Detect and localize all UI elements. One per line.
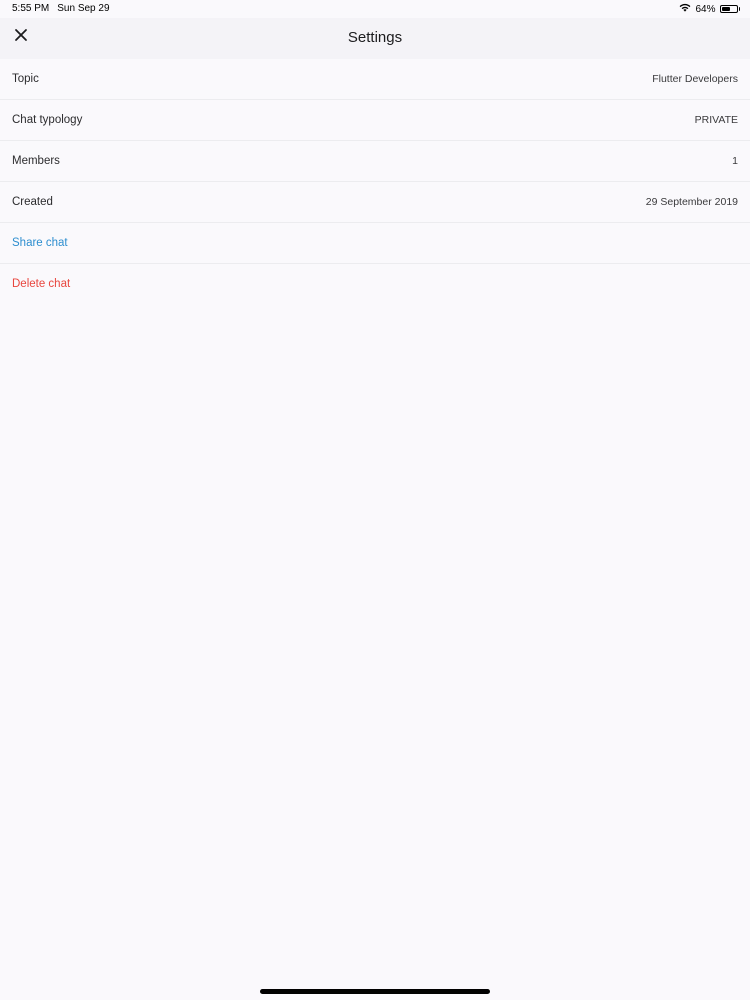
share-chat-button[interactable]: Share chat — [0, 223, 750, 264]
status-left: 5:55 PM Sun Sep 29 — [12, 3, 110, 14]
status-date: Sun Sep 29 — [57, 3, 110, 14]
detail-label: Chat typology — [12, 114, 83, 126]
status-right: 64% — [679, 3, 740, 15]
detail-label: Topic — [12, 73, 39, 85]
detail-value: PRIVATE — [694, 114, 738, 126]
delete-chat-button[interactable]: Delete chat — [0, 264, 750, 304]
nav-bar: Settings — [0, 18, 750, 59]
battery-icon — [719, 5, 738, 13]
detail-value: 1 — [732, 155, 738, 167]
detail-row-topic: Topic Flutter Developers — [0, 59, 750, 100]
detail-value: 29 September 2019 — [645, 196, 738, 208]
battery-fill — [721, 7, 731, 11]
detail-label: Members — [12, 155, 60, 167]
detail-row-chat-typology: Chat typology PRIVATE — [0, 100, 750, 141]
detail-row-created: Created 29 September 2019 — [0, 182, 750, 223]
share-chat-label[interactable]: Share chat — [12, 237, 68, 249]
battery-percent: 64% — [695, 3, 716, 15]
settings-list: Topic Flutter Developers Chat typology P… — [0, 59, 750, 304]
status-time: 5:55 PM — [12, 3, 50, 14]
page-title: Settings — [347, 29, 403, 46]
wifi-icon — [679, 3, 691, 15]
home-indicator[interactable] — [260, 989, 490, 994]
detail-row-members: Members 1 — [0, 141, 750, 182]
delete-chat-label[interactable]: Delete chat — [12, 278, 70, 290]
battery-cap — [738, 7, 740, 11]
status-bar: 5:55 PM Sun Sep 29 64% — [0, 0, 750, 18]
detail-label: Created — [12, 196, 53, 208]
detail-value: Flutter Developers — [652, 73, 738, 85]
